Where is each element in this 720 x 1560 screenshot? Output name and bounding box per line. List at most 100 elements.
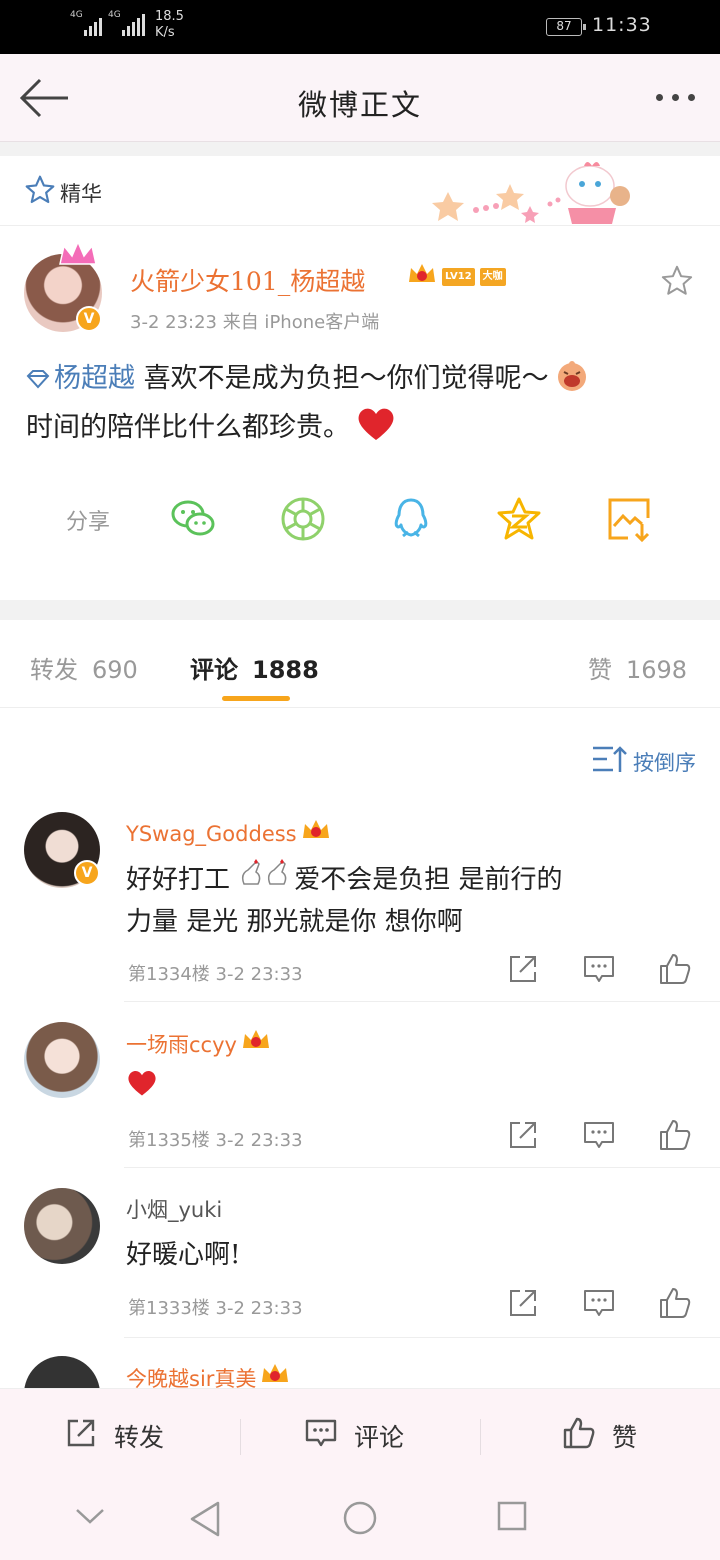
signal-icon: 4G	[108, 10, 146, 36]
post-text-line1: 喜欢不是成为负担～你们觉得呢～	[135, 363, 549, 394]
action-separator	[240, 1419, 241, 1455]
signal-indicators: 4G 4G	[70, 10, 146, 36]
qq-icon[interactable]	[386, 494, 436, 544]
comment-item: 今晚越sir真美	[0, 1356, 720, 1388]
page-title: 微博正文	[297, 88, 422, 122]
weibo-post: V 火箭少女101_杨超越 LV12 大咖 3-2 23:23 来自 iPhon…	[0, 226, 720, 600]
essence-star-icon	[24, 174, 56, 210]
sort-order-icon	[591, 744, 627, 779]
comment-icon[interactable]	[582, 1118, 616, 1152]
like-thumb-icon[interactable]	[658, 952, 692, 986]
active-tab-indicator	[222, 696, 290, 701]
repost-button[interactable]: 转发	[64, 1389, 164, 1483]
comment-text: 好暖心啊!	[126, 1240, 241, 1270]
comment-actions	[506, 952, 692, 986]
comment-text	[126, 1068, 686, 1110]
commenter-name[interactable]: 小烟_yuki	[126, 1194, 222, 1224]
commenter-avatar[interactable]	[24, 1022, 100, 1098]
share-label: 分享	[66, 510, 111, 535]
comment-item: 小烟_yuki 好暖心啊! 第1333楼 3-2 23:33	[0, 1188, 720, 1338]
tab-comments[interactable]: 评论 1888	[190, 650, 319, 685]
tab-likes[interactable]: 赞 1698	[588, 650, 687, 685]
laughing-emoji-icon	[555, 359, 589, 406]
commenter-name[interactable]: 一场雨ccyy	[126, 1028, 271, 1059]
signal-icon: 4G	[70, 10, 104, 36]
finger-heart-icon	[238, 859, 294, 895]
comment-icon[interactable]	[582, 1286, 616, 1320]
like-thumb-icon	[562, 1416, 596, 1456]
battery-indicator: 87	[546, 18, 586, 36]
like-thumb-icon[interactable]	[658, 1118, 692, 1152]
section-divider	[0, 142, 720, 156]
level-badge: LV12	[442, 268, 475, 286]
repost-icon[interactable]	[506, 1118, 540, 1152]
post-content: 杨超越 喜欢不是成为负担～你们觉得呢～ 时间的陪伴比什么都珍贵。	[26, 358, 686, 455]
comment-button[interactable]: 评论	[304, 1389, 404, 1483]
favorite-star-icon[interactable]	[660, 264, 694, 302]
comment-meta: 第1334楼 3-2 23:33	[128, 964, 303, 985]
red-heart-icon	[356, 406, 396, 455]
comment-meta: 第1333楼 3-2 23:33	[128, 1298, 303, 1319]
status-bar: 4G 4G 18.5 K/s 87 11:33	[0, 0, 720, 54]
system-navigation-bar	[0, 1482, 720, 1560]
comment-icon	[304, 1416, 338, 1456]
like-button[interactable]: 赞	[562, 1389, 637, 1483]
comment-text: 好好打工 爱不会是负担 是前行的 力量 是光 那光就是你 想你啊	[126, 858, 686, 943]
sort-label: 按倒序	[633, 750, 696, 775]
topic-link[interactable]: 杨超越	[26, 363, 135, 394]
comment-divider	[124, 1167, 720, 1168]
home-circle-icon[interactable]	[342, 1500, 378, 1540]
section-divider	[0, 600, 720, 620]
diamond-icon	[26, 360, 50, 402]
share-row: 分享	[0, 488, 720, 548]
decoration-illustration-icon	[430, 158, 640, 230]
interaction-tabs: 转发 690 评论 1888 赞 1698	[0, 620, 720, 708]
comment-icon[interactable]	[582, 952, 616, 986]
bottom-action-bar: 转发 评论 赞	[0, 1388, 720, 1482]
save-image-icon[interactable]	[604, 494, 654, 544]
crown-decoration-icon	[58, 240, 98, 272]
comment-actions	[506, 1118, 692, 1152]
vip-crown-icon	[260, 1362, 290, 1388]
back-triangle-icon[interactable]	[188, 1500, 222, 1542]
like-thumb-icon[interactable]	[658, 1286, 692, 1320]
commenter-avatar[interactable]	[24, 1188, 100, 1264]
comment-meta: 第1335楼 3-2 23:33	[128, 1130, 303, 1151]
repost-icon[interactable]	[506, 952, 540, 986]
repost-icon	[64, 1416, 98, 1456]
clock: 11:33	[592, 14, 652, 36]
post-text-line2: 时间的陪伴比什么都珍贵。	[26, 412, 350, 443]
commenter-avatar[interactable]	[24, 1356, 100, 1388]
verified-badge-icon: V	[74, 860, 100, 886]
collapse-chevron-icon[interactable]	[74, 1506, 106, 1530]
wechat-icon[interactable]	[168, 494, 218, 544]
repost-icon[interactable]	[506, 1286, 540, 1320]
big-v-badge: 大咖	[479, 268, 506, 286]
commenter-name[interactable]: 今晚越sir真美	[126, 1362, 290, 1388]
post-author-name[interactable]: 火箭少女101_杨超越	[130, 262, 365, 298]
essence-row: 精华	[0, 156, 720, 226]
qzone-star-icon[interactable]	[494, 494, 544, 544]
tab-repost[interactable]: 转发 690	[30, 650, 138, 685]
recents-square-icon[interactable]	[496, 1500, 528, 1536]
moments-icon[interactable]	[278, 494, 328, 544]
comment-divider	[124, 1337, 720, 1338]
more-options-icon[interactable]	[650, 84, 700, 110]
comment-item: 一场雨ccyy 第1335楼 3-2 23:33	[0, 1022, 720, 1168]
sort-toggle[interactable]: 按倒序	[591, 744, 696, 779]
essence-label: 精华	[60, 182, 102, 206]
comment-item: V YSwag_Goddess 好好打工 爱不会是负担 是前行的 力量 是光 那…	[0, 812, 720, 1002]
author-badges: LV12 大咖	[407, 262, 506, 292]
comment-actions	[506, 1286, 692, 1320]
network-speed: 18.5 K/s	[155, 9, 184, 40]
top-nav-bar: 微博正文	[0, 54, 720, 142]
vip-crown-icon	[301, 818, 331, 849]
comment-divider	[124, 1001, 720, 1002]
vip-crown-icon	[241, 1028, 271, 1059]
verified-badge-icon: V	[76, 306, 102, 332]
post-meta: 3-2 23:23 来自 iPhone客户端	[130, 312, 380, 333]
vip-crown-icon	[407, 262, 437, 292]
red-heart-icon	[126, 1071, 158, 1104]
commenter-name[interactable]: YSwag_Goddess	[126, 818, 331, 849]
action-separator	[480, 1419, 481, 1455]
